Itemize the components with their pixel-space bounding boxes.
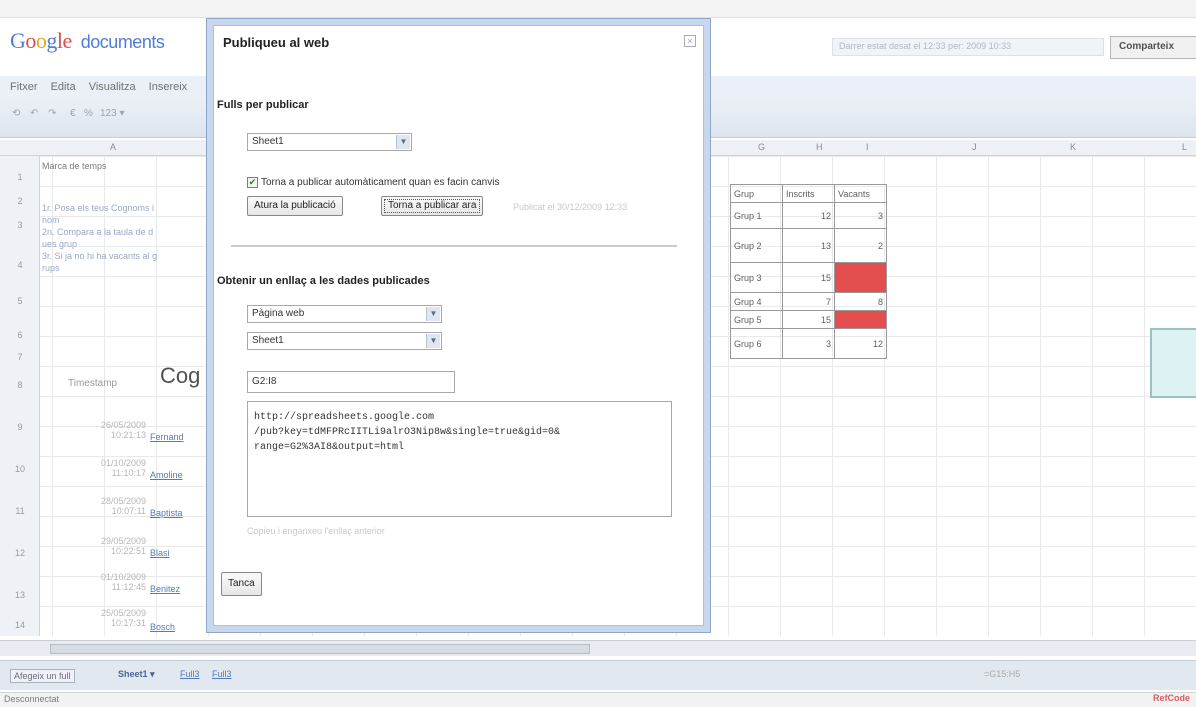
chevron-down-icon: ▼ [396,135,410,149]
published-link-textarea[interactable]: http://spreadsheets.google.com /pub?key=… [247,401,672,517]
dialog-title: Publiqueu al web [223,35,330,50]
auto-republish-checkbox[interactable]: ✔ [247,177,258,188]
sheets-to-publish-title: Fulls per publicar [217,99,309,111]
close-button[interactable]: Tanca [221,572,262,596]
link-sheet-select-value: Sheet1 [252,335,284,346]
publish-dialog: Publiqueu al web × Fulls per publicar Sh… [206,18,711,633]
format-select[interactable]: Pàgina web ▼ [247,305,442,323]
copy-link-hint: Copieu i enganxeu l'enllaç anterior [247,526,385,536]
section-divider [231,245,677,247]
link-sheet-select[interactable]: Sheet1 ▼ [247,332,442,350]
chevron-down-icon: ▼ [426,334,440,348]
published-timestamp: Publicat el 30/12/2009 12:33 [513,202,628,212]
chevron-down-icon: ▼ [426,307,440,321]
sheet-select[interactable]: Sheet1 ▼ [247,133,412,151]
range-input[interactable]: G2:I8 [247,371,455,393]
auto-republish-checkbox-row[interactable]: ✔ Torna a publicar automàticament quan e… [247,177,499,188]
format-select-value: Pàgina web [252,308,305,319]
stop-publishing-button[interactable]: Atura la publicació [247,196,343,216]
close-icon[interactable]: × [684,35,696,47]
auto-republish-label: Torna a publicar automàticament quan es … [261,177,500,188]
republish-now-button[interactable]: Torna a publicar ara [381,196,484,216]
get-link-title: Obtenir un enllaç a les dades publicades [217,275,430,287]
sheet-select-value: Sheet1 [252,136,284,147]
